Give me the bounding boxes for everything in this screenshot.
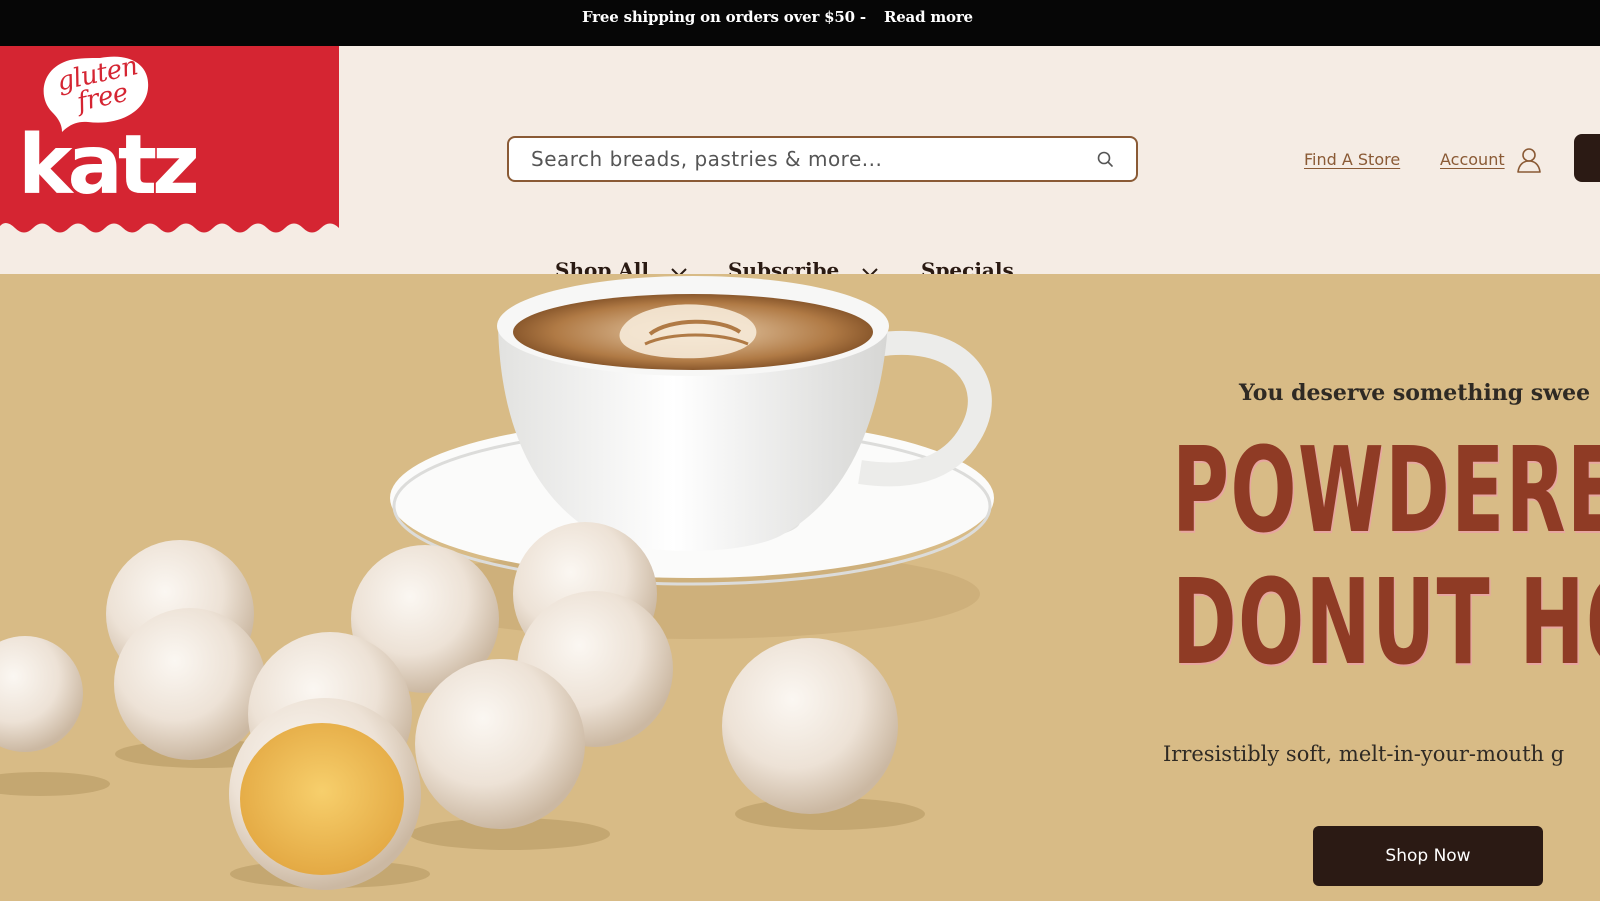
shop-now-button[interactable]: Shop Now	[1313, 826, 1543, 886]
find-a-store-link[interactable]: Find A Store	[1304, 150, 1400, 169]
hero-description: Irresistibly soft, melt-in-your-mouth g	[1163, 742, 1565, 766]
search-icon[interactable]	[1096, 150, 1114, 168]
logo-wordmark: katz	[18, 118, 200, 213]
katz-logo[interactable]: gluten free katz	[0, 46, 339, 236]
hero-banner: You deserve something swee POWDERED DONU…	[0, 274, 1600, 901]
site-header: gluten free katz Find A Store Account Sh…	[0, 46, 1600, 282]
announcement-bar: Free shipping on orders over $50 - Read m…	[0, 0, 1600, 46]
search-input[interactable]	[531, 144, 1081, 174]
search-bar	[507, 136, 1138, 182]
hero-image	[0, 276, 994, 890]
hero-title-line-2: DONUT HOL	[1172, 553, 1600, 691]
announcement-message: Free shipping on orders over $50 - Read m…	[582, 8, 973, 26]
announcement-text: Free shipping on orders over $50 -	[582, 8, 866, 26]
hero-title-line-1: POWDERED	[1172, 421, 1600, 559]
hero-title: POWDERED DONUT HOL	[1172, 424, 1600, 688]
hero-subtitle: You deserve something swee	[1239, 380, 1591, 406]
user-icon[interactable]	[1516, 146, 1542, 174]
read-more-link[interactable]: Read more	[884, 8, 973, 26]
account-link[interactable]: Account	[1440, 150, 1505, 169]
cart-button[interactable]	[1574, 134, 1600, 182]
